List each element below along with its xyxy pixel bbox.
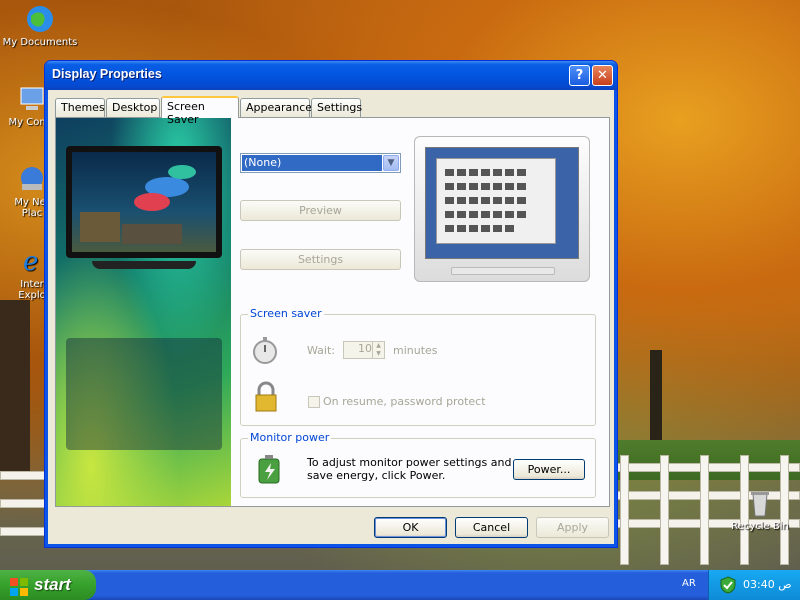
- globe-icon: [25, 4, 55, 34]
- monitor-stand: [92, 261, 196, 269]
- power-battery-icon: [255, 451, 285, 485]
- minutes-label: minutes: [393, 344, 438, 357]
- stopwatch-icon: [251, 335, 279, 365]
- monitor-image: [66, 146, 222, 258]
- start-label: start: [34, 575, 71, 594]
- power-button[interactable]: Power...: [513, 459, 585, 480]
- screen-saver-selected: (None): [242, 155, 382, 171]
- screen-saver-panel: (None) ▼ Preview Settings Screen saver W…: [55, 117, 610, 507]
- password-protect-checkbox[interactable]: [308, 396, 320, 408]
- screen-saver-select[interactable]: (None) ▼: [240, 153, 401, 173]
- display-properties-dialog: Display Properties ? ✕ Themes Desktop Sc…: [44, 60, 618, 548]
- preview-button[interactable]: Preview: [240, 200, 401, 221]
- internet-explorer-icon: e: [17, 246, 47, 277]
- tab-appearance[interactable]: Appearance: [240, 98, 312, 117]
- monitor-power-legend: Monitor power: [248, 431, 332, 444]
- cancel-button[interactable]: Cancel: [455, 517, 528, 538]
- preview-screen: [425, 147, 579, 259]
- padlock-icon: [253, 381, 279, 413]
- recycle-bin-icon: [745, 488, 775, 518]
- password-protect-label: On resume, password protect: [323, 395, 486, 408]
- monitor-power-group: Monitor power To adjust monitor power se…: [240, 431, 596, 498]
- monitor-reflection: [66, 338, 222, 450]
- system-tray: 03:40 ص: [708, 570, 800, 600]
- tab-desktop[interactable]: Desktop: [106, 98, 160, 117]
- close-button[interactable]: ✕: [592, 65, 613, 86]
- spinner-arrows-icon[interactable]: ▲ ▼: [372, 342, 384, 358]
- computer-icon: [17, 84, 47, 114]
- network-icon: [17, 164, 47, 194]
- screen-saver-group: Screen saver Wait: 10 ▲ ▼ minutes On resu…: [240, 307, 596, 426]
- desktop-icon-recycle-bin[interactable]: Recycle Bin: [720, 488, 800, 532]
- aquarium-artwork: [56, 118, 231, 506]
- preview-monitor: [414, 136, 590, 282]
- desktop-icon-label: Recycle Bin: [731, 521, 789, 532]
- tab-themes[interactable]: Themes: [55, 98, 105, 117]
- white-fence-left: [0, 465, 48, 565]
- start-button[interactable]: start: [0, 570, 96, 600]
- tab-settings[interactable]: Settings: [311, 98, 362, 117]
- wait-label: Wait:: [307, 344, 335, 357]
- wait-minutes-spinner[interactable]: 10 ▲ ▼: [343, 341, 385, 359]
- desktop-icon-my-documents[interactable]: My Documents: [0, 4, 80, 48]
- taskbar: start AR 03:40 ص: [0, 570, 800, 600]
- help-button[interactable]: ?: [569, 65, 590, 86]
- language-indicator[interactable]: AR: [682, 578, 696, 589]
- desktop-icon-label: My Documents: [2, 37, 78, 48]
- monitor-power-description: To adjust monitor power settings and sav…: [307, 456, 512, 482]
- screen-saver-settings-button[interactable]: Settings: [240, 249, 401, 270]
- chevron-down-icon[interactable]: ▼: [383, 155, 399, 171]
- wait-minutes-value: 10: [358, 342, 372, 355]
- clock[interactable]: 03:40 ص: [743, 578, 792, 591]
- ok-button[interactable]: OK: [374, 517, 447, 538]
- apply-button[interactable]: Apply: [536, 517, 609, 538]
- svg-text:e: e: [23, 247, 38, 276]
- security-shield-icon[interactable]: [719, 576, 737, 594]
- window-title: Display Properties: [52, 67, 162, 81]
- dialog-client: Themes Desktop Screen Saver Appearance S…: [49, 90, 613, 543]
- title-bar[interactable]: Display Properties ? ✕: [45, 61, 617, 90]
- screen-saver-group-legend: Screen saver: [248, 307, 324, 320]
- preview-window: [436, 158, 556, 244]
- windows-logo-icon: [10, 576, 28, 596]
- tree-trunk: [0, 300, 30, 480]
- tree-trunk: [650, 350, 662, 450]
- preview-monitor-base: [451, 267, 555, 275]
- tab-screen-saver[interactable]: Screen Saver: [161, 96, 239, 126]
